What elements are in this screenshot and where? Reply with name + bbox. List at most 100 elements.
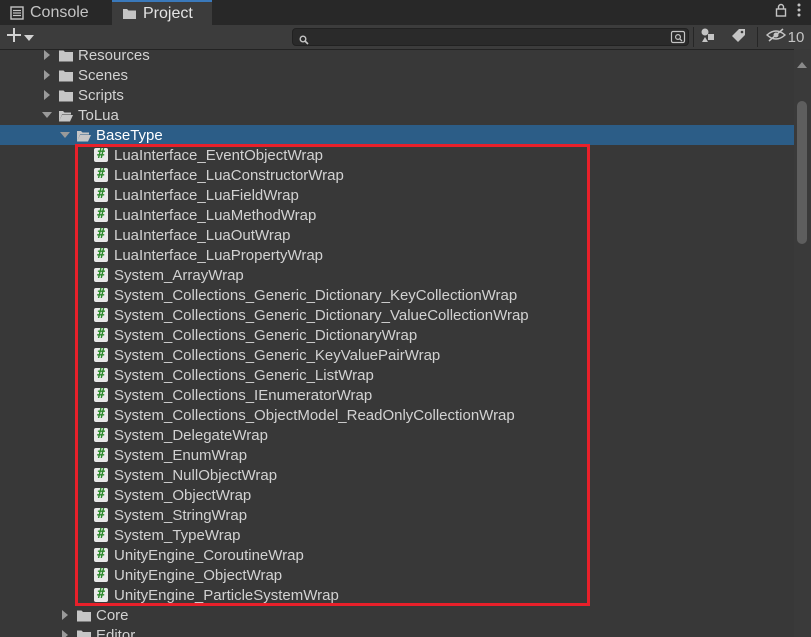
more-options-icon[interactable] (797, 3, 801, 22)
tree-file-label: System_NullObjectWrap (114, 466, 278, 484)
scrollbar-thumb[interactable] (797, 101, 807, 244)
csharp-script-icon: # (94, 228, 108, 242)
collapsed-arrow-icon[interactable] (42, 49, 52, 61)
filter-by-type-button[interactable] (697, 27, 719, 47)
tree-folder-label: Resources (78, 49, 150, 64)
tree-file-row[interactable]: # System_Collections_IEnumeratorWrap (0, 385, 794, 405)
expanded-arrow-icon[interactable] (60, 129, 70, 141)
tree-file-row[interactable]: # System_TypeWrap (0, 525, 794, 545)
tree-folder-label: ToLua (78, 106, 119, 124)
vertical-scrollbar[interactable] (794, 49, 811, 637)
tree-file-row[interactable]: # UnityEngine_ParticleSystemWrap (0, 585, 794, 605)
tree-file-row[interactable]: # System_ArrayWrap (0, 265, 794, 285)
tree-file-label: System_Collections_Generic_Dictionary_Ke… (114, 286, 518, 304)
csharp-script-icon: # (94, 328, 108, 342)
tree-folder-row[interactable]: ToLua (0, 105, 794, 125)
tree-file-label: System_EnumWrap (114, 446, 248, 464)
tree-file-label: LuaInterface_LuaConstructorWrap (114, 166, 344, 184)
tree-file-row[interactable]: # System_Collections_ObjectModel_ReadOnly… (0, 405, 794, 425)
tree-folder-row[interactable]: BaseType (0, 125, 794, 145)
tree-file-row[interactable]: # UnityEngine_CoroutineWrap (0, 545, 794, 565)
tree-file-row[interactable]: # LuaInterface_LuaPropertyWrap (0, 245, 794, 265)
tree-file-label: System_Collections_Generic_Dictionary_Va… (114, 306, 529, 324)
search-box[interactable] (292, 28, 689, 46)
project-tree: Resources Scenes Scripts ToLua BaseType # LuaI… (0, 49, 794, 637)
tree-file-label: System_StringWrap (114, 506, 248, 524)
csharp-script-icon: # (94, 148, 108, 162)
tree-folder-label: Scenes (78, 66, 129, 84)
project-toolbar: 10 (0, 25, 811, 50)
csharp-script-icon: # (94, 548, 108, 562)
expanded-arrow-icon[interactable] (42, 109, 52, 121)
tree-folder-row[interactable]: Scenes (0, 65, 794, 85)
folder-icon (76, 629, 92, 637)
hidden-package-count: 10 (787, 28, 805, 46)
csharp-script-icon: # (94, 188, 108, 202)
tree-file-label: System_TypeWrap (114, 526, 241, 544)
csharp-script-icon: # (94, 308, 108, 322)
toolbar-separator (693, 27, 694, 47)
tab-console[interactable]: Console (10, 0, 89, 25)
csharp-script-icon: # (94, 408, 108, 422)
eye-slash-icon (765, 27, 786, 47)
tree-file-label: LuaInterface_LuaMethodWrap (114, 206, 317, 224)
tree-file-row[interactable]: # System_Collections_Generic_KeyValuePair… (0, 345, 794, 365)
tree-file-row[interactable]: # System_Collections_Generic_ListWrap (0, 365, 794, 385)
tree-file-row[interactable]: # LuaInterface_LuaOutWrap (0, 225, 794, 245)
csharp-script-icon: # (94, 248, 108, 262)
lock-icon[interactable] (775, 3, 787, 22)
csharp-script-icon: # (94, 468, 108, 482)
search-input[interactable] (311, 29, 661, 45)
search-by-type-icon[interactable] (670, 30, 686, 49)
tree-file-row[interactable]: # System_StringWrap (0, 505, 794, 525)
tree-file-row[interactable]: # LuaInterface_EventObjectWrap (0, 145, 794, 165)
tree-file-row[interactable]: # System_Collections_Generic_Dictionary_K… (0, 285, 794, 305)
tree-file-label: LuaInterface_LuaFieldWrap (114, 186, 299, 204)
csharp-script-icon: # (94, 288, 108, 302)
tree-file-row[interactable]: # LuaInterface_LuaConstructorWrap (0, 165, 794, 185)
collapsed-arrow-icon[interactable] (60, 609, 70, 621)
toolbar-separator (757, 27, 758, 47)
tree-folder-row[interactable]: Scripts (0, 85, 794, 105)
create-asset-button[interactable] (6, 27, 42, 47)
tree-file-label: LuaInterface_EventObjectWrap (114, 146, 324, 164)
csharp-script-icon: # (94, 208, 108, 222)
tree-file-row[interactable]: # System_Collections_Generic_Dictionary_V… (0, 305, 794, 325)
csharp-script-icon: # (94, 568, 108, 582)
collapsed-arrow-icon[interactable] (42, 69, 52, 81)
collapsed-arrow-icon[interactable] (42, 89, 52, 101)
tree-file-row[interactable]: # System_DelegateWrap (0, 425, 794, 445)
filter-by-label-button[interactable] (728, 27, 750, 47)
tree-file-row[interactable]: # LuaInterface_LuaFieldWrap (0, 185, 794, 205)
tree-file-row[interactable]: # System_Collections_Generic_DictionaryWr… (0, 325, 794, 345)
folder-icon (58, 49, 74, 62)
tree-folder-row[interactable]: Resources (0, 49, 794, 65)
csharp-script-icon: # (94, 588, 108, 602)
tab-project[interactable]: Project (112, 0, 212, 25)
tree-folder-row[interactable]: Editor (0, 625, 794, 637)
csharp-script-icon: # (94, 508, 108, 522)
open-folder-icon (58, 109, 74, 122)
collapsed-arrow-icon[interactable] (60, 629, 70, 637)
csharp-script-icon: # (94, 448, 108, 462)
tree-file-label: UnityEngine_ObjectWrap (114, 566, 283, 584)
tag-icon (731, 27, 747, 48)
tree-file-row[interactable]: # System_EnumWrap (0, 445, 794, 465)
tree-file-label: UnityEngine_ParticleSystemWrap (114, 586, 339, 604)
shapes-icon (700, 27, 716, 48)
tree-file-label: LuaInterface_LuaOutWrap (114, 226, 291, 244)
csharp-script-icon: # (94, 268, 108, 282)
tree-file-row[interactable]: # System_ObjectWrap (0, 485, 794, 505)
toggle-hidden-packages-button[interactable]: 10 (763, 27, 807, 47)
tree-file-row[interactable]: # System_NullObjectWrap (0, 465, 794, 485)
tree-file-label: System_DelegateWrap (114, 426, 268, 444)
scroll-up-icon[interactable] (797, 55, 807, 73)
tab-project-label: Project (143, 4, 193, 22)
csharp-script-icon: # (94, 528, 108, 542)
tree-folder-row[interactable]: Core (0, 605, 794, 625)
tree-file-row[interactable]: # LuaInterface_LuaMethodWrap (0, 205, 794, 225)
tree-file-label: UnityEngine_CoroutineWrap (114, 546, 304, 564)
tree-folder-label: Core (96, 606, 129, 624)
folder-icon (58, 89, 74, 102)
tree-file-row[interactable]: # UnityEngine_ObjectWrap (0, 565, 794, 585)
